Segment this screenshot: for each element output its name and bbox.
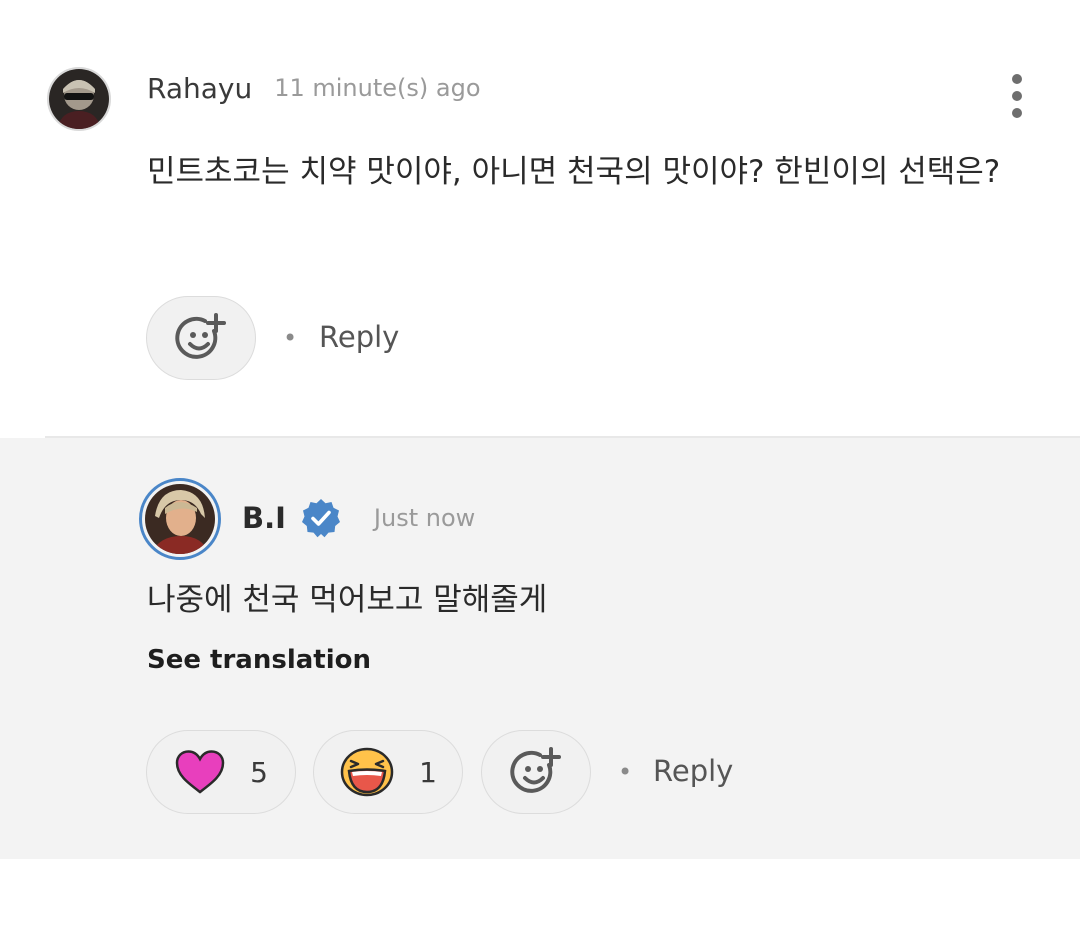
add-emoji-icon [510,747,561,793]
commenter-avatar[interactable] [47,67,111,131]
reply-text: 나중에 천국 먹어보고 말해줄게 [147,582,548,618]
more-options-button[interactable] [1000,70,1034,122]
heart-reaction-count: 5 [250,755,268,789]
heart-reaction-button[interactable]: 5 [146,730,296,814]
commenter-username[interactable]: Rahayu [147,72,252,105]
comment-timestamp: 11 minute(s) ago [274,74,481,102]
heart-icon [175,750,225,794]
laugh-reaction-count: 1 [419,755,437,789]
reply-button[interactable]: Reply [319,320,399,354]
add-reaction-button[interactable] [481,730,591,814]
comment-header: Rahayu 11 minute(s) ago [147,66,481,110]
see-translation-link[interactable]: See translation [147,645,371,675]
laughing-face-icon [340,747,394,797]
reply-button[interactable]: Reply [653,754,733,788]
verified-badge-icon [301,499,340,538]
comment-text: 민트초코는 치약 맛이야, 아니면 천국의 맛이야? 한빈이의 선택은? [147,154,1001,190]
add-reaction-button[interactable] [146,296,256,380]
separator-dot: • [618,758,633,786]
separator-dot: • [283,324,298,352]
reply-header: B.I Just now [242,496,475,540]
replier-username[interactable]: B.I [242,501,286,535]
laugh-reaction-button[interactable]: 1 [313,730,463,814]
add-emoji-icon [175,313,226,359]
replier-avatar[interactable] [139,478,221,560]
more-vertical-icon [1012,74,1022,84]
reply-timestamp: Just now [373,504,476,532]
